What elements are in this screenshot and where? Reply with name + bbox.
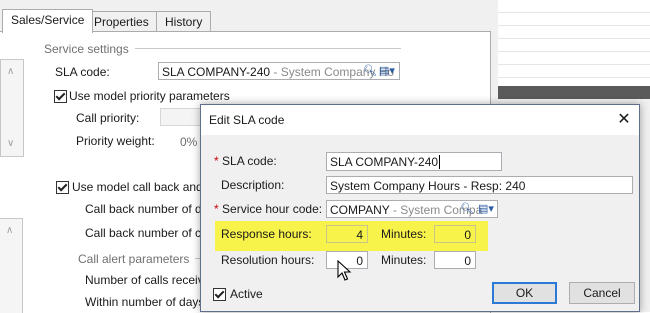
- grid-row-line: [498, 64, 650, 65]
- call-back-clicks-label: Call back number of click: [85, 226, 219, 240]
- close-icon[interactable]: ✕: [613, 109, 635, 131]
- dialog-sla-code-label: * SLA code:: [214, 154, 277, 168]
- grid-row-line: [498, 51, 650, 52]
- grid-row-line: [498, 12, 650, 13]
- description-label: Description:: [221, 178, 285, 192]
- within-days-label: Within number of days:: [85, 295, 208, 309]
- resolution-minutes-label: Minutes:: [381, 253, 427, 267]
- grid-row-line: [498, 25, 650, 26]
- response-minutes-label: Minutes:: [381, 227, 427, 241]
- use-model-callback-label: Use model call back and ca: [72, 180, 219, 194]
- call-priority-label: Call priority:: [76, 111, 140, 125]
- tab-sales-service[interactable]: Sales/Service: [2, 9, 94, 33]
- tab-history[interactable]: History: [156, 11, 212, 32]
- service-hour-value: COMPANY: [330, 203, 390, 217]
- required-marker: *: [214, 202, 219, 216]
- sla-code-value: SLA COMPANY-240: [162, 65, 271, 79]
- calls-received-label: Number of calls received: [85, 273, 218, 287]
- tab-properties[interactable]: Properties: [85, 11, 158, 32]
- description-input[interactable]: System Company Hours - Resp: 240: [326, 176, 633, 194]
- service-hour-label-text: Service hour code:: [222, 202, 323, 216]
- service-hour-label: * Service hour code:: [214, 202, 322, 216]
- edit-sla-dialog: Edit SLA code ✕ * SLA code: SLA COMPANY-…: [200, 104, 640, 312]
- required-marker: *: [214, 154, 219, 168]
- dialog-sla-code-label-text: SLA code:: [222, 154, 277, 168]
- use-model-priority-checkbox[interactable]: [54, 90, 67, 103]
- chevron-down-icon[interactable]: ∨: [7, 138, 14, 149]
- text-caret: ​: [439, 155, 441, 169]
- dialog-sla-code-value: SLA COMPANY-240: [330, 155, 439, 169]
- dialog-title: Edit SLA code: [209, 113, 285, 127]
- grid-row-line: [498, 77, 650, 78]
- priority-weight-value: 0%: [180, 135, 198, 149]
- chevron-up-icon[interactable]: ∧: [6, 225, 13, 236]
- use-model-callback-checkbox[interactable]: [56, 181, 69, 194]
- search-icon[interactable]: 🔍︎: [361, 64, 379, 78]
- response-hours-input[interactable]: 4: [326, 225, 368, 243]
- call-back-days-label: Call back number of day: [85, 202, 215, 216]
- mouse-cursor-icon: [337, 260, 352, 281]
- grid-row-line: [498, 38, 650, 39]
- dark-header-band: [498, 86, 650, 99]
- active-checkbox[interactable]: [213, 288, 226, 301]
- sla-code-label: SLA code:: [55, 65, 110, 79]
- use-model-priority-label: Use model priority parameters: [69, 89, 230, 103]
- dialog-sla-code-input[interactable]: SLA COMPANY-240​: [326, 152, 502, 171]
- picker-icon[interactable]: ▤▾: [378, 64, 396, 78]
- left-scroll-strip[interactable]: ∧ ∨: [0, 59, 24, 157]
- search-icon[interactable]: 🔍︎: [458, 202, 476, 216]
- priority-weight-label: Priority weight:: [76, 134, 155, 148]
- chevron-up-icon[interactable]: ∧: [7, 66, 14, 77]
- group-divider: [133, 48, 401, 49]
- picker-icon[interactable]: ▤▾: [477, 202, 495, 216]
- left-scroll-strip-lower[interactable]: ∧: [0, 218, 23, 313]
- active-label: Active: [230, 287, 263, 301]
- service-settings-group-label: Service settings: [44, 42, 135, 56]
- call-alert-group-label: Call alert parameters: [78, 252, 196, 266]
- response-hours-label: Response hours:: [221, 227, 312, 241]
- resolution-hours-label: Resolution hours:: [221, 253, 315, 267]
- resolution-minutes-input[interactable]: 0: [434, 251, 476, 269]
- cancel-button[interactable]: Cancel: [569, 282, 635, 304]
- ok-button[interactable]: OK: [492, 282, 557, 304]
- call-priority-field[interactable]: [160, 108, 202, 126]
- response-minutes-input[interactable]: 0: [434, 225, 476, 243]
